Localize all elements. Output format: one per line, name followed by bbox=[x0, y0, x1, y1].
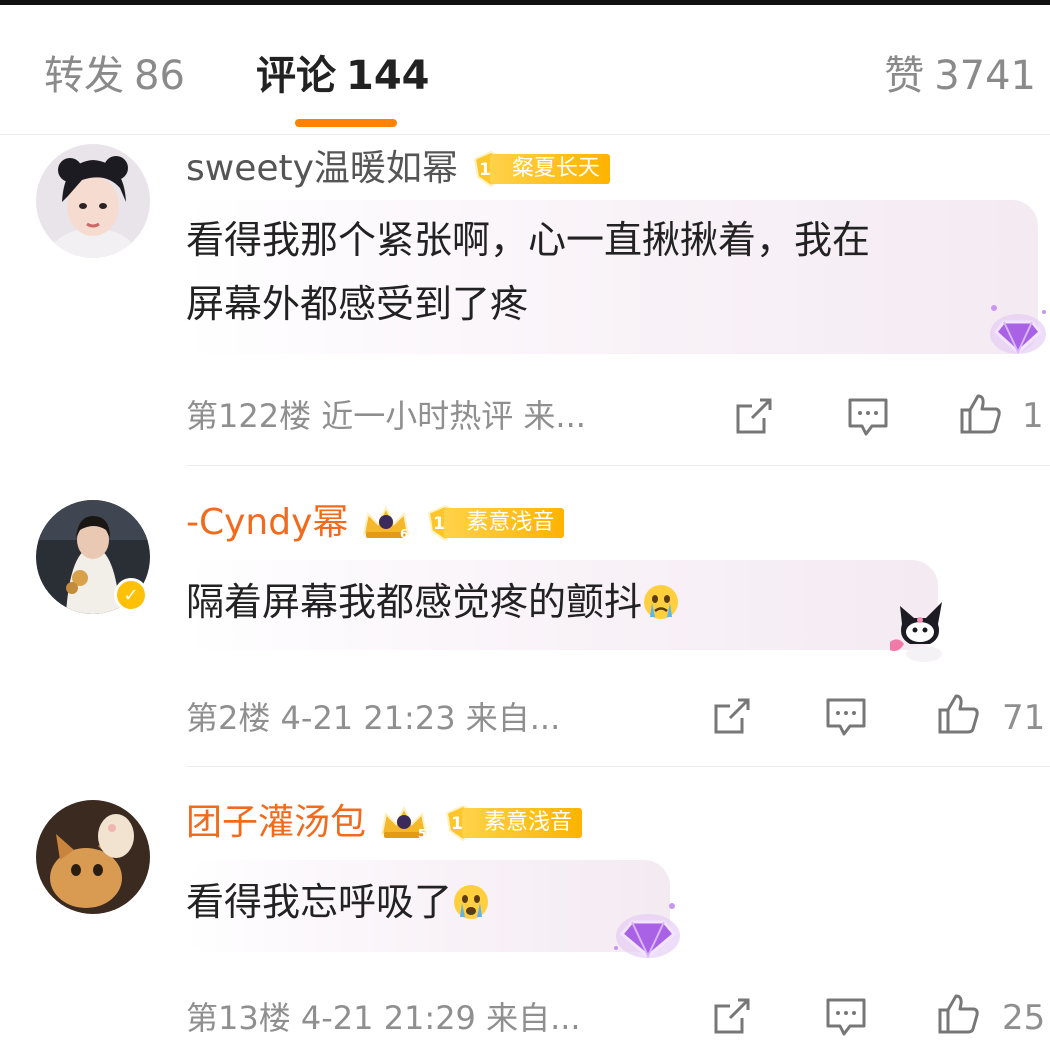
tab-like-count: 3741 bbox=[934, 53, 1036, 99]
username[interactable]: -Cyndy幂 bbox=[186, 501, 348, 545]
crown-badge-icon[interactable]: 5 bbox=[378, 804, 430, 842]
fan-level-badge[interactable]: 13 素意浅音 bbox=[444, 804, 583, 842]
comment-text: 看得我那个紧张啊，心一直揪揪着，我在 屏幕外都感受到了疼 bbox=[186, 208, 870, 336]
avatar[interactable] bbox=[36, 144, 150, 258]
share-icon[interactable] bbox=[708, 692, 756, 740]
tab-like-label: 赞 bbox=[884, 53, 925, 99]
kuromi-sticker-icon bbox=[890, 602, 942, 662]
like-count: 71 bbox=[1002, 698, 1046, 738]
reply-icon[interactable] bbox=[822, 692, 870, 740]
gem-decoration-icon bbox=[614, 903, 680, 959]
comment-text-line: 看得我忘呼吸了 bbox=[186, 880, 453, 924]
active-tab-indicator bbox=[295, 119, 397, 127]
share-icon[interactable] bbox=[730, 392, 778, 440]
tab-comment-count: 144 bbox=[346, 53, 430, 99]
tab-repost-label: 转发 bbox=[44, 53, 124, 99]
divider bbox=[186, 766, 1050, 767]
tab-repost[interactable]: 转发 86 bbox=[44, 51, 185, 101]
fan-level-badge[interactable]: 13 素意浅音 bbox=[426, 504, 565, 542]
crying-emoji-icon bbox=[454, 885, 489, 919]
like-thumb-icon[interactable] bbox=[934, 690, 982, 738]
crying-emoji-icon bbox=[644, 585, 679, 619]
username[interactable]: 团子灌汤包 bbox=[186, 801, 366, 845]
tab-bar: 转发 86 评论 144 赞 3741 bbox=[0, 5, 1050, 135]
gem-decoration-icon bbox=[990, 305, 1046, 355]
like-thumb-icon[interactable] bbox=[956, 390, 1004, 438]
comment-meta: 第122楼 近一小时热评 来... bbox=[186, 397, 586, 435]
comment-meta: 第13楼 4-21 21:29 来自... bbox=[186, 999, 581, 1037]
avatar[interactable] bbox=[36, 800, 150, 914]
comment-text: 隔着屏幕我都感觉疼的颤抖 bbox=[186, 570, 680, 634]
share-icon[interactable] bbox=[708, 992, 756, 1040]
tab-repost-count: 86 bbox=[134, 53, 185, 99]
level-title: 素意浅音 bbox=[462, 808, 583, 838]
comment-text-line: 隔着屏幕我都感觉疼的颤抖 bbox=[186, 580, 643, 624]
username[interactable]: sweety温暖如幂 bbox=[186, 147, 458, 191]
divider bbox=[186, 465, 1050, 466]
like-count: 1 bbox=[1022, 396, 1044, 436]
tab-comment-label: 评论 bbox=[256, 53, 336, 99]
verified-badge-icon: ✓ bbox=[114, 578, 148, 612]
level-title: 素意浅音 bbox=[444, 508, 565, 538]
comment-text-line: 看得我那个紧张啊，心一直揪揪着，我在 bbox=[186, 218, 871, 262]
comment-header: -Cyndy幂 6 13 素意浅音 bbox=[186, 498, 565, 548]
comment-text: 看得我忘呼吸了 bbox=[186, 870, 490, 934]
crown-level: 6 bbox=[400, 527, 408, 541]
reply-icon[interactable] bbox=[822, 992, 870, 1040]
fan-level-badge[interactable]: 14 粲夏长天 bbox=[472, 150, 610, 188]
crown-level: 5 bbox=[418, 827, 426, 841]
like-thumb-icon[interactable] bbox=[934, 990, 982, 1038]
tab-comment[interactable]: 评论 144 bbox=[256, 51, 430, 101]
comment-meta: 第2楼 4-21 21:23 来自... bbox=[186, 699, 561, 737]
like-count: 25 bbox=[1002, 998, 1046, 1038]
level-title: 粲夏长天 bbox=[489, 154, 610, 184]
crown-badge-icon[interactable]: 6 bbox=[360, 504, 412, 542]
reply-icon[interactable] bbox=[844, 392, 892, 440]
comment-text-line: 屏幕外都感受到了疼 bbox=[186, 282, 529, 326]
tab-like[interactable]: 赞 3741 bbox=[884, 51, 1036, 101]
comment-header: 团子灌汤包 5 13 素意浅音 bbox=[186, 798, 583, 848]
comment-header: sweety温暖如幂 14 粲夏长天 bbox=[186, 144, 610, 194]
